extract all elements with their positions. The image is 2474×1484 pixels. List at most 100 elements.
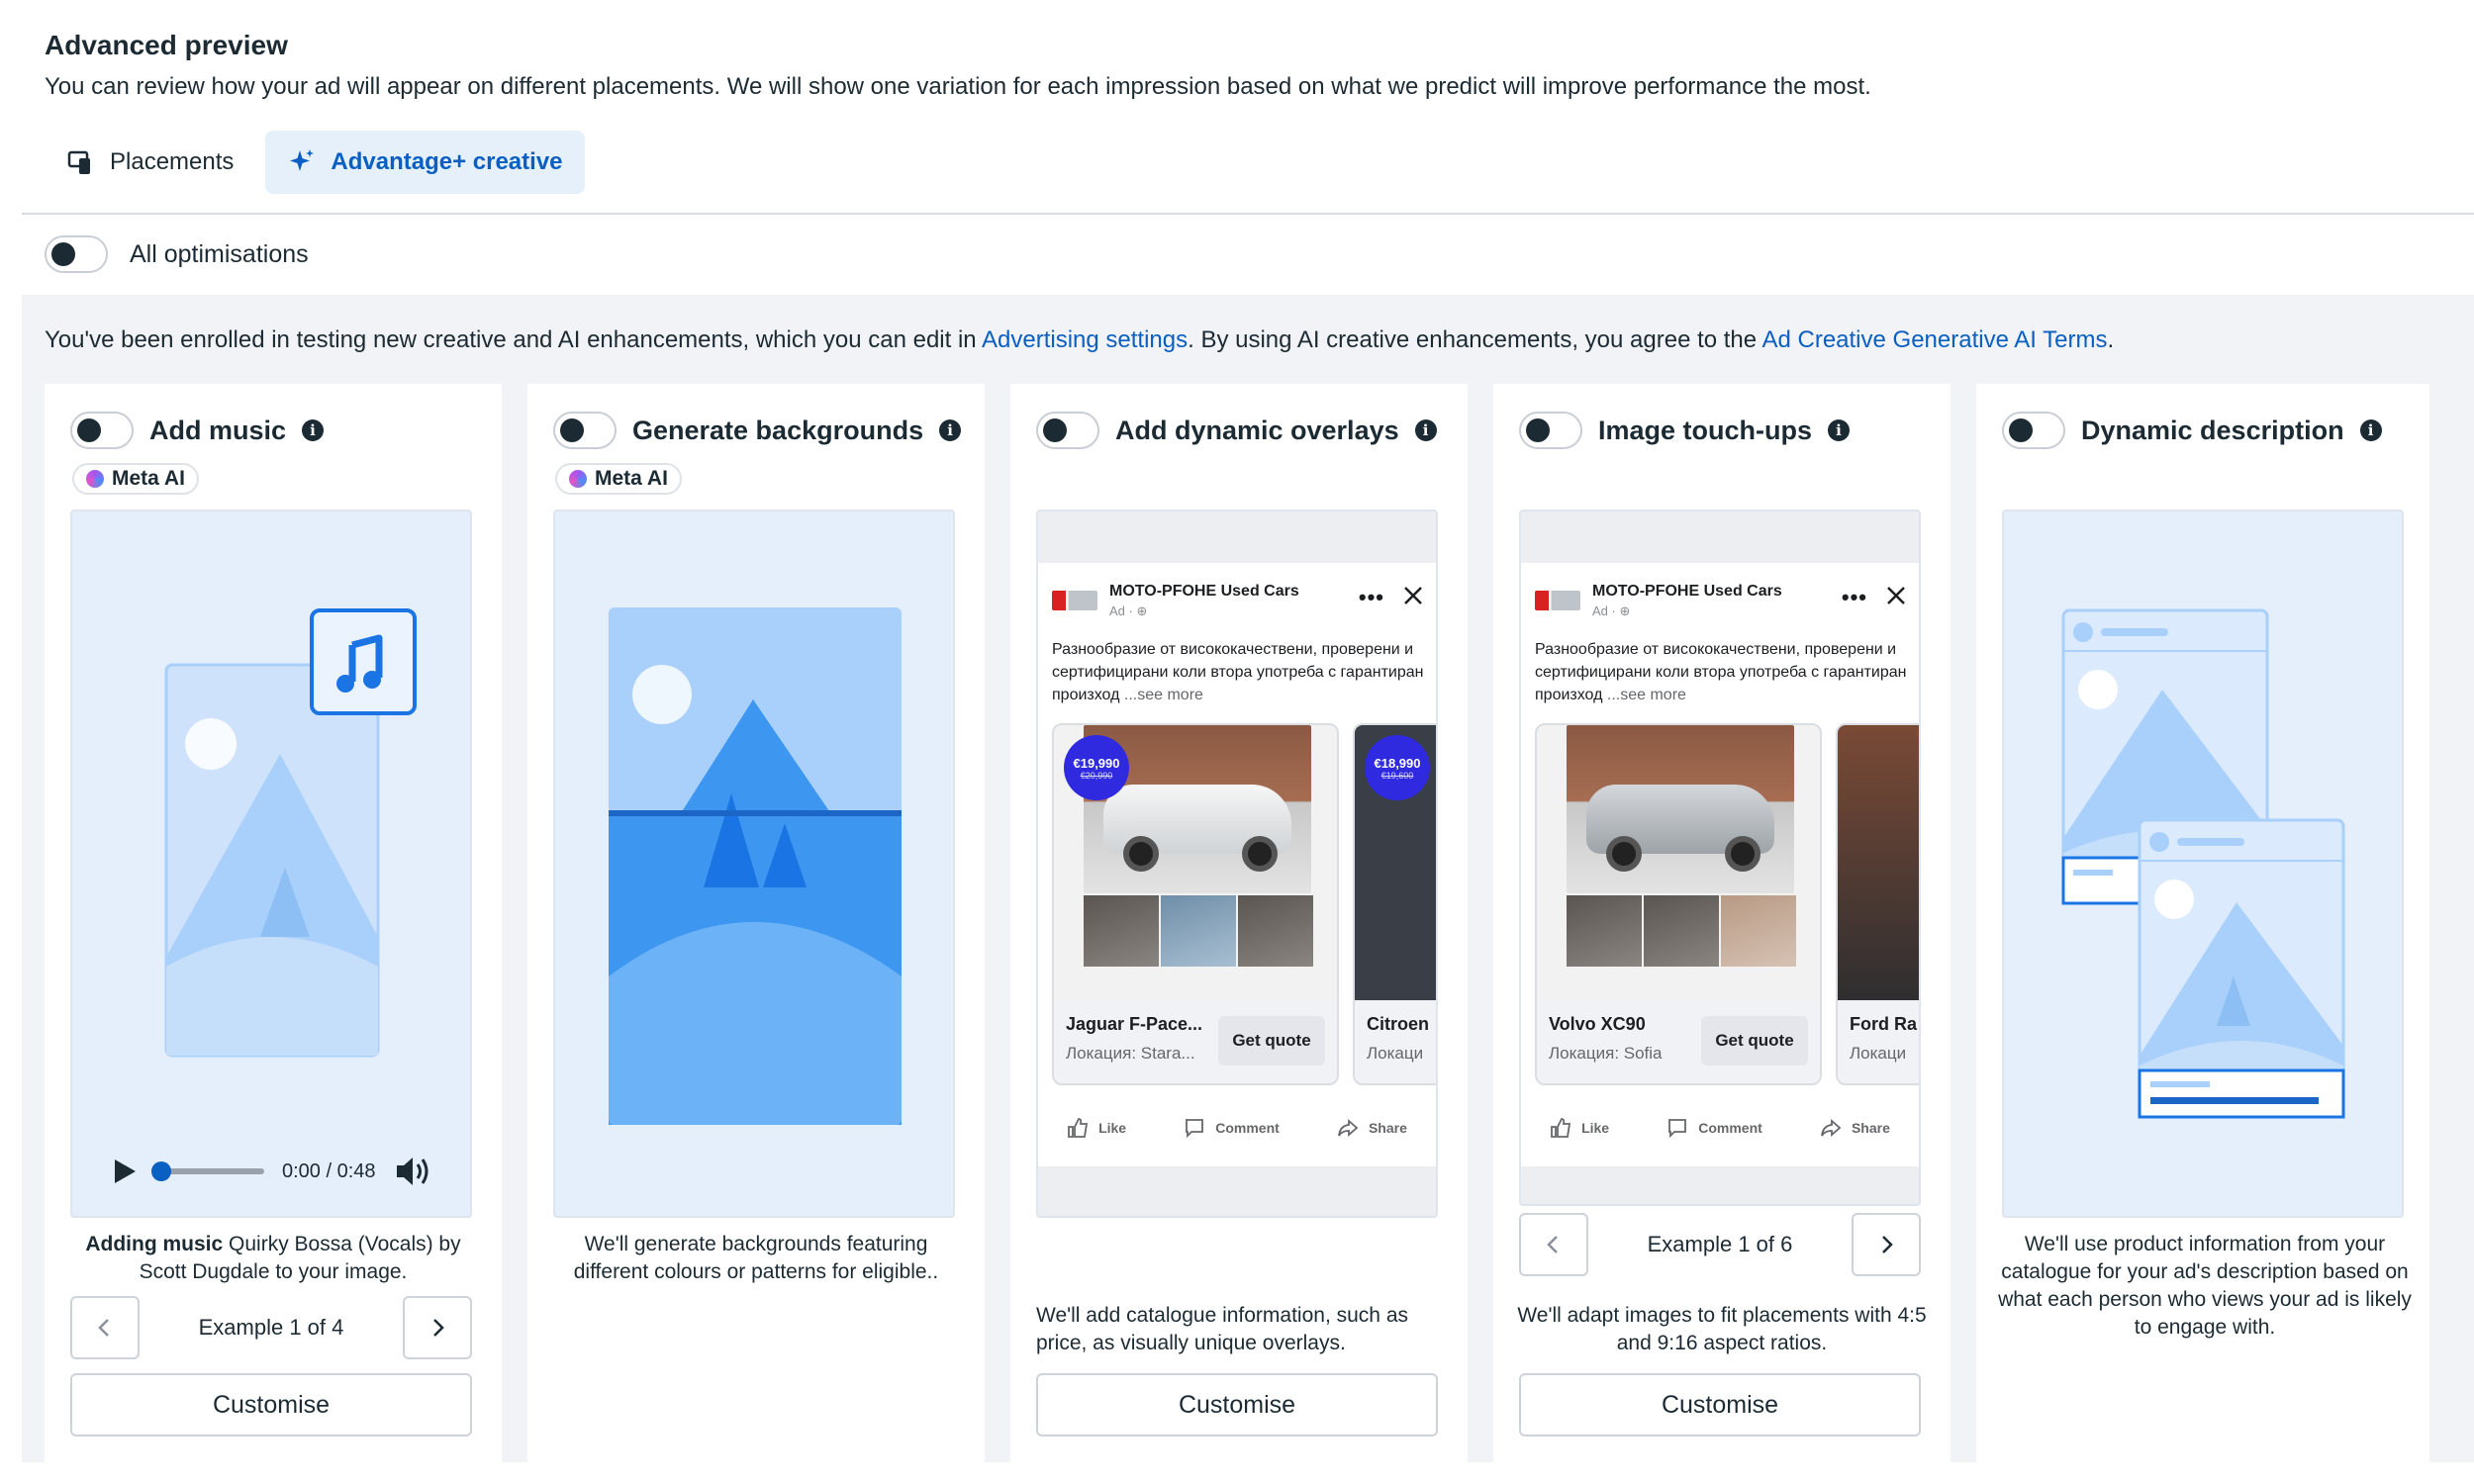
meta-ai-badge: Meta AI: [72, 463, 199, 495]
dynamic-overlays-toggle[interactable]: [1036, 412, 1099, 449]
info-icon[interactable]: i: [1828, 419, 1851, 441]
customise-overlays-button[interactable]: Customise: [1036, 1373, 1438, 1437]
generate-backgrounds-toggle[interactable]: [553, 412, 617, 449]
advertiser-name: MOTO-PFOHE Used Cars: [1592, 583, 1782, 600]
price: €18,990: [1374, 755, 1421, 771]
comment-button[interactable]: Comment: [1666, 1117, 1762, 1139]
info-icon[interactable]: i: [939, 419, 962, 441]
carousel-card[interactable]: Volvo XC90 Локация: Sofia Get quote: [1535, 723, 1822, 1085]
price: €19,990: [1073, 755, 1120, 771]
ad-body: Разнообразие от висококачествени, провер…: [1052, 638, 1428, 706]
get-quote-button[interactable]: Get quote: [1218, 1016, 1325, 1066]
car-image: €18,990 €19,600: [1355, 725, 1436, 1002]
ad-carousel: €19,990 €20,990 Jaguar F-Pace... Локация:…: [1052, 723, 1436, 1085]
meta-ai-icon: [569, 470, 587, 488]
card-header: Dynamic description i: [2002, 412, 2382, 449]
music-caption: Adding music Quirky Bossa (Vocals) by Sc…: [64, 1231, 482, 1286]
overlays-caption: We'll add catalogue information, such as…: [1036, 1304, 1409, 1354]
dynamic-description-toggle[interactable]: [2002, 412, 2065, 449]
add-music-toggle[interactable]: [70, 412, 134, 449]
get-quote-button[interactable]: Get quote: [1701, 1016, 1808, 1066]
meta-ai-badge: Meta AI: [555, 463, 682, 495]
close-icon[interactable]: [1885, 585, 1907, 606]
tab-placements[interactable]: Placements: [45, 131, 255, 194]
like-button[interactable]: Like: [1067, 1117, 1126, 1139]
carousel-card[interactable]: €18,990 €19,600 Citroen Локаци: [1353, 723, 1436, 1085]
card-image-touch-ups: Image touch-ups i MOTO-PFOHE Used Cars A…: [1493, 384, 1951, 1462]
car-wheel: [1725, 836, 1760, 872]
sponsored-label: Ad · ⊕: [1592, 603, 1631, 618]
more-options-icon[interactable]: •••: [1842, 585, 1867, 610]
music-example-pager: Example 1 of 4: [70, 1296, 472, 1359]
page-subtitle: You can review how your ad will appear o…: [45, 73, 1871, 100]
info-icon[interactable]: i: [2359, 419, 2382, 441]
like-label: Like: [1098, 1120, 1127, 1136]
card-generate-backgrounds: Generate backgrounds i Meta AI We'll gen…: [527, 384, 985, 1462]
volume-icon[interactable]: [394, 1155, 433, 1188]
advertising-settings-link[interactable]: Advertising settings: [982, 326, 1188, 353]
ad-actions: Like Comment Share: [1038, 1117, 1436, 1139]
car-wheel: [1242, 836, 1278, 872]
see-more-link[interactable]: ...see more: [1124, 687, 1203, 703]
more-options-icon[interactable]: •••: [1359, 585, 1384, 610]
tab-advantage-creative[interactable]: Advantage+ creative: [265, 131, 585, 194]
advertiser-logo: [1052, 591, 1097, 610]
carousel-card[interactable]: €19,990 €20,990 Jaguar F-Pace... Локация:…: [1052, 723, 1339, 1085]
comment-button[interactable]: Comment: [1184, 1117, 1280, 1139]
tab-label: Placements: [110, 148, 235, 175]
card-header: Add music i: [70, 412, 325, 449]
old-price: €19,600: [1380, 770, 1414, 781]
share-button[interactable]: Share: [1820, 1117, 1890, 1139]
next-example-button[interactable]: [1852, 1213, 1921, 1276]
previous-example-button[interactable]: [1519, 1213, 1588, 1276]
see-more-link[interactable]: ...see more: [1607, 687, 1686, 703]
card-title: Add dynamic overlays: [1115, 415, 1399, 445]
share-button[interactable]: Share: [1337, 1117, 1407, 1139]
meta-ai-label: Meta AI: [112, 467, 185, 490]
car-wheel: [1123, 836, 1159, 872]
previous-example-button[interactable]: [70, 1296, 140, 1359]
customise-touchups-button[interactable]: Customise: [1519, 1373, 1921, 1437]
ai-terms-link[interactable]: Ad Creative Generative AI Terms: [1761, 326, 2107, 353]
card-title: Dynamic description: [2081, 415, 2344, 445]
sparkle-icon: [290, 149, 315, 171]
thumbnail: [1161, 895, 1236, 967]
info-icon[interactable]: i: [302, 419, 325, 441]
notice-text: . By using AI creative enhancements, you…: [1188, 326, 1762, 353]
all-optimisations-toggle[interactable]: [45, 235, 108, 273]
info-icon[interactable]: i: [1414, 419, 1437, 441]
tab-label: Advantage+ creative: [331, 148, 563, 175]
share-icon: [1338, 1119, 1359, 1137]
ad-header: MOTO-PFOHE Used Cars Ad · ⊕: [1052, 583, 1299, 619]
page-title: Advanced preview: [45, 30, 288, 60]
card-header: Image touch-ups i: [1519, 412, 1851, 449]
car-image: €19,990 €20,990: [1054, 725, 1337, 1002]
thumbnail: [1721, 895, 1796, 967]
audio-progress-bar[interactable]: [151, 1161, 264, 1181]
comment-icon: [1186, 1119, 1204, 1139]
notice-text: You've been enrolled in testing new crea…: [45, 326, 982, 353]
like-icon: [1068, 1118, 1089, 1138]
divider: [22, 213, 2474, 215]
chevron-left-icon: [98, 1319, 109, 1337]
advanced-preview-header: Advanced preview You can review how your…: [45, 30, 2439, 101]
overlays-preview: MOTO-PFOHE Used Cars Ad · ⊕ ••• Разнообр…: [1036, 510, 1438, 1218]
play-icon[interactable]: [112, 1158, 138, 1185]
backgrounds-preview: [553, 510, 955, 1218]
ad-carousel: Volvo XC90 Локация: Sofia Get quote Ford…: [1535, 723, 1919, 1085]
next-example-button[interactable]: [403, 1296, 472, 1359]
customise-music-button[interactable]: Customise: [70, 1373, 472, 1437]
comment-label: Comment: [1215, 1120, 1280, 1136]
ad-mock: MOTO-PFOHE Used Cars Ad · ⊕ ••• Разнообр…: [1521, 563, 1919, 1166]
share-label: Share: [1851, 1120, 1890, 1136]
ai-enrolment-notice: You've been enrolled in testing new crea…: [45, 326, 2114, 354]
car-image: [1537, 725, 1820, 1002]
carousel-card[interactable]: Ford Ra Локаци: [1836, 723, 1919, 1085]
description-preview: [2002, 510, 2404, 1218]
touchups-preview: MOTO-PFOHE Used Cars Ad · ⊕ ••• Разнообр…: [1519, 510, 1921, 1206]
image-touch-ups-toggle[interactable]: [1519, 412, 1582, 449]
like-button[interactable]: Like: [1550, 1117, 1609, 1139]
close-icon[interactable]: [1402, 585, 1424, 606]
card-add-music: Add music i Meta AI 0:00 / 0:48 Adding m…: [45, 384, 502, 1462]
car-title: Volvo XC90: [1549, 1014, 1646, 1034]
